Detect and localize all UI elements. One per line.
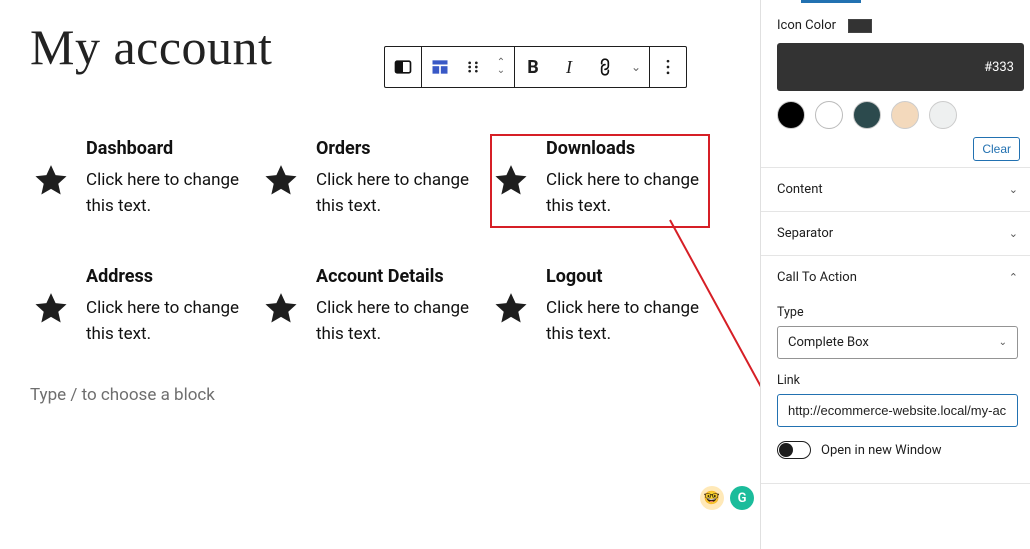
- info-box-text[interactable]: Click here to change this text.: [86, 295, 242, 348]
- more-rich-dropdown[interactable]: ⌄: [623, 47, 649, 87]
- clear-color-button[interactable]: Clear: [973, 137, 1020, 161]
- panel-content[interactable]: Content ⌄: [761, 167, 1030, 211]
- type-select-value: Complete Box: [788, 335, 869, 350]
- block-type-button[interactable]: [385, 47, 421, 87]
- info-box-item[interactable]: Address Click here to change this text.: [30, 262, 250, 356]
- italic-button[interactable]: I: [551, 47, 587, 87]
- grammarly-button[interactable]: G: [730, 486, 754, 510]
- palette-swatch[interactable]: [777, 101, 805, 129]
- link-input[interactable]: [777, 394, 1018, 427]
- info-box-text[interactable]: Click here to change this text.: [546, 167, 702, 220]
- panel-cta-label: Call To Action: [777, 270, 857, 285]
- chevron-up-icon: ⌃: [1009, 271, 1018, 284]
- items-grid: Dashboard Click here to change this text.…: [30, 134, 710, 355]
- star-icon: [32, 290, 70, 328]
- type-select[interactable]: Complete Box ⌄: [777, 326, 1018, 359]
- type-label: Type: [777, 305, 1018, 320]
- floating-helpers: 🤓 G: [700, 486, 754, 510]
- open-new-window-label: Open in new Window: [821, 443, 942, 458]
- info-box-text[interactable]: Click here to change this text.: [86, 167, 242, 220]
- move-up-down[interactable]: ⌃ ⌄: [488, 47, 514, 87]
- drag-handle[interactable]: [458, 47, 488, 87]
- sidebar-bottom-separator: [761, 483, 1030, 484]
- info-box-title[interactable]: Logout: [546, 266, 702, 287]
- emoji-helper-button[interactable]: 🤓: [700, 486, 724, 510]
- panel-cta[interactable]: Call To Action ⌃: [761, 255, 1030, 299]
- active-tab-indicator: [801, 0, 861, 3]
- chevron-down-icon: ⌄: [999, 337, 1007, 348]
- chevron-down-icon: ⌄: [1009, 183, 1018, 196]
- layout-button[interactable]: [422, 47, 458, 87]
- more-options-button[interactable]: [650, 47, 686, 87]
- block-toolbar: ⌃ ⌄ B I ⌄: [384, 46, 687, 88]
- info-box-title[interactable]: Account Details: [316, 266, 472, 287]
- star-icon: [492, 162, 530, 200]
- star-icon: [262, 290, 300, 328]
- color-palette: [761, 101, 1030, 129]
- panel-separator[interactable]: Separator ⌄: [761, 211, 1030, 255]
- info-box-item[interactable]: Orders Click here to change this text.: [260, 134, 480, 228]
- chevron-down-icon: ⌄: [631, 64, 641, 70]
- bold-button[interactable]: B: [515, 47, 551, 87]
- info-box-text[interactable]: Click here to change this text.: [316, 167, 472, 220]
- info-box-text[interactable]: Click here to change this text.: [316, 295, 472, 348]
- info-box-item[interactable]: Account Details Click here to change this…: [260, 262, 480, 356]
- chevron-down-icon: ⌄: [1009, 227, 1018, 240]
- palette-swatch[interactable]: [853, 101, 881, 129]
- settings-sidebar: Icon Color #333 Clear Content ⌄ Separato…: [760, 0, 1030, 549]
- panel-separator-label: Separator: [777, 226, 833, 241]
- link-label: Link: [777, 373, 1018, 388]
- info-box-title[interactable]: Downloads: [546, 138, 702, 159]
- info-box-text[interactable]: Click here to change this text.: [546, 295, 702, 348]
- icon-color-label: Icon Color: [777, 18, 836, 33]
- star-icon: [262, 162, 300, 200]
- icon-color-swatch[interactable]: [848, 19, 872, 33]
- info-box-title[interactable]: Orders: [316, 138, 472, 159]
- open-new-window-toggle[interactable]: [777, 441, 811, 459]
- block-appender[interactable]: Type / to choose a block: [30, 385, 730, 405]
- info-box-item[interactable]: Downloads Click here to change this text.: [490, 134, 710, 228]
- color-hex-label: #333: [984, 60, 1014, 75]
- info-box-title[interactable]: Dashboard: [86, 138, 242, 159]
- palette-swatch[interactable]: [929, 101, 957, 129]
- color-preview[interactable]: #333: [777, 43, 1024, 91]
- chevron-down-icon: ⌄: [497, 68, 505, 74]
- star-icon: [492, 290, 530, 328]
- info-box-item[interactable]: Dashboard Click here to change this text.: [30, 134, 250, 228]
- star-icon: [32, 162, 70, 200]
- palette-swatch[interactable]: [815, 101, 843, 129]
- palette-swatch[interactable]: [891, 101, 919, 129]
- info-box-title[interactable]: Address: [86, 266, 242, 287]
- link-button[interactable]: [587, 47, 623, 87]
- info-box-item[interactable]: Logout Click here to change this text.: [490, 262, 710, 356]
- panel-content-label: Content: [777, 182, 823, 197]
